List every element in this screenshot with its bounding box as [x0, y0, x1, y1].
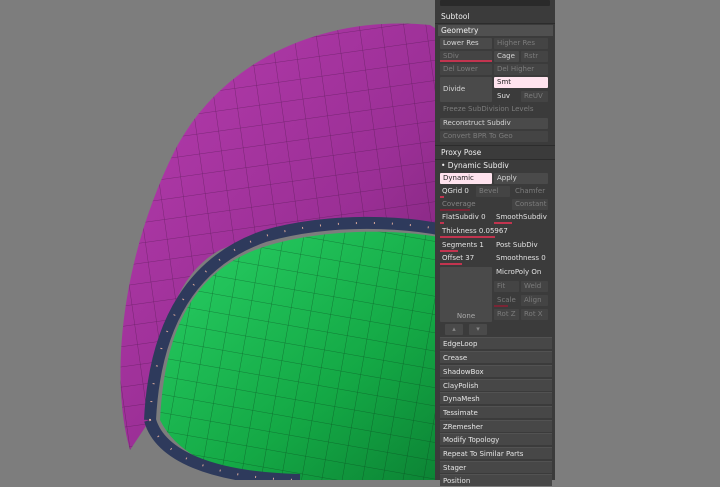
proxy-pose-header[interactable]: Proxy Pose	[438, 147, 553, 158]
dynamic-toggle[interactable]: Dynamic	[440, 173, 492, 184]
menu-item[interactable]: ZRemesher	[440, 420, 552, 432]
align-button[interactable]: Align	[521, 295, 548, 306]
menu-item[interactable]: Tessimate	[440, 406, 552, 418]
thickness-slider-bar	[440, 236, 495, 238]
bevel-button[interactable]: Bevel	[476, 186, 510, 197]
tool-palette: Subtool Geometry Lower Res Higher Res SD…	[435, 0, 555, 486]
qgrid-slider[interactable]: QGrid 0	[442, 186, 469, 197]
rotz-button[interactable]: Rot Z	[494, 309, 519, 320]
subtool-header[interactable]: Subtool	[438, 11, 553, 22]
micropoly-label[interactable]: MicroPoly On	[496, 267, 541, 278]
divide-button[interactable]: Divide	[440, 77, 492, 102]
dynamic-subdiv-header[interactable]: • Dynamic Subdiv	[438, 160, 553, 171]
offset-slider-bar	[440, 263, 462, 265]
fit-button[interactable]: Fit	[494, 281, 519, 292]
rotx-button[interactable]: Rot X	[521, 309, 548, 320]
sdiv-slider-bar	[440, 60, 492, 62]
segments-slider-bar	[440, 250, 458, 252]
del-higher-button[interactable]: Del Higher	[494, 64, 548, 75]
menu-item[interactable]: Stager	[440, 461, 552, 473]
cage-button[interactable]: Cage	[494, 51, 519, 62]
weld-button[interactable]: Weld	[521, 281, 548, 292]
micropoly-none-slot[interactable]: None	[440, 267, 492, 322]
menu-item[interactable]: Crease	[440, 351, 552, 363]
chamfer-button[interactable]: Chamfer	[512, 186, 548, 197]
menu-item[interactable]: DynaMesh	[440, 392, 552, 404]
convert-bpr-button[interactable]: Convert BPR To Geo	[440, 131, 548, 142]
coverage-slider-bar	[440, 209, 470, 211]
suv-toggle[interactable]: Suv	[494, 91, 519, 102]
scale-slider-bar	[494, 305, 508, 307]
reuv-button[interactable]: ReUV	[521, 91, 548, 102]
menu-item[interactable]: Position	[440, 474, 552, 486]
constant-button[interactable]: Constant	[512, 199, 548, 210]
flatsubdiv-slider[interactable]: FlatSubdiv 0	[442, 212, 486, 223]
post-subdiv-label: Post SubDiv	[496, 241, 538, 249]
smoothness-slider[interactable]: Smoothness 0	[496, 253, 546, 264]
rstr-button[interactable]: Rstr	[521, 51, 548, 62]
top-toolbar-strip[interactable]	[440, 0, 550, 6]
del-lower-button[interactable]: Del Lower	[440, 64, 492, 75]
menu-item[interactable]: EdgeLoop	[440, 337, 552, 349]
reconstruct-subdiv-button[interactable]: Reconstruct Subdiv	[440, 118, 548, 129]
flatsubdiv-slider-bar	[440, 222, 444, 224]
freeze-subdivision-button[interactable]: Freeze SubDivision Levels	[440, 104, 550, 115]
menu-item[interactable]: ShadowBox	[440, 365, 552, 377]
smt-toggle[interactable]: Smt	[494, 77, 548, 88]
3d-viewport[interactable]	[0, 0, 720, 480]
scroll-up-icon[interactable]: ▴	[445, 324, 463, 335]
menu-item[interactable]: Modify Topology	[440, 433, 552, 445]
lower-res-button[interactable]: Lower Res	[440, 38, 492, 49]
scroll-down-icon[interactable]: ▾	[469, 324, 487, 335]
menu-item[interactable]: Repeat To Similar Parts	[440, 447, 552, 459]
qgrid-slider-bar	[440, 196, 444, 198]
menu-item[interactable]: ClayPolish	[440, 379, 552, 391]
higher-res-button[interactable]: Higher Res	[494, 38, 548, 49]
geometry-header[interactable]: Geometry	[438, 25, 553, 36]
apply-button[interactable]: Apply	[494, 173, 548, 184]
smoothsubdiv-slider-bar	[494, 222, 512, 224]
